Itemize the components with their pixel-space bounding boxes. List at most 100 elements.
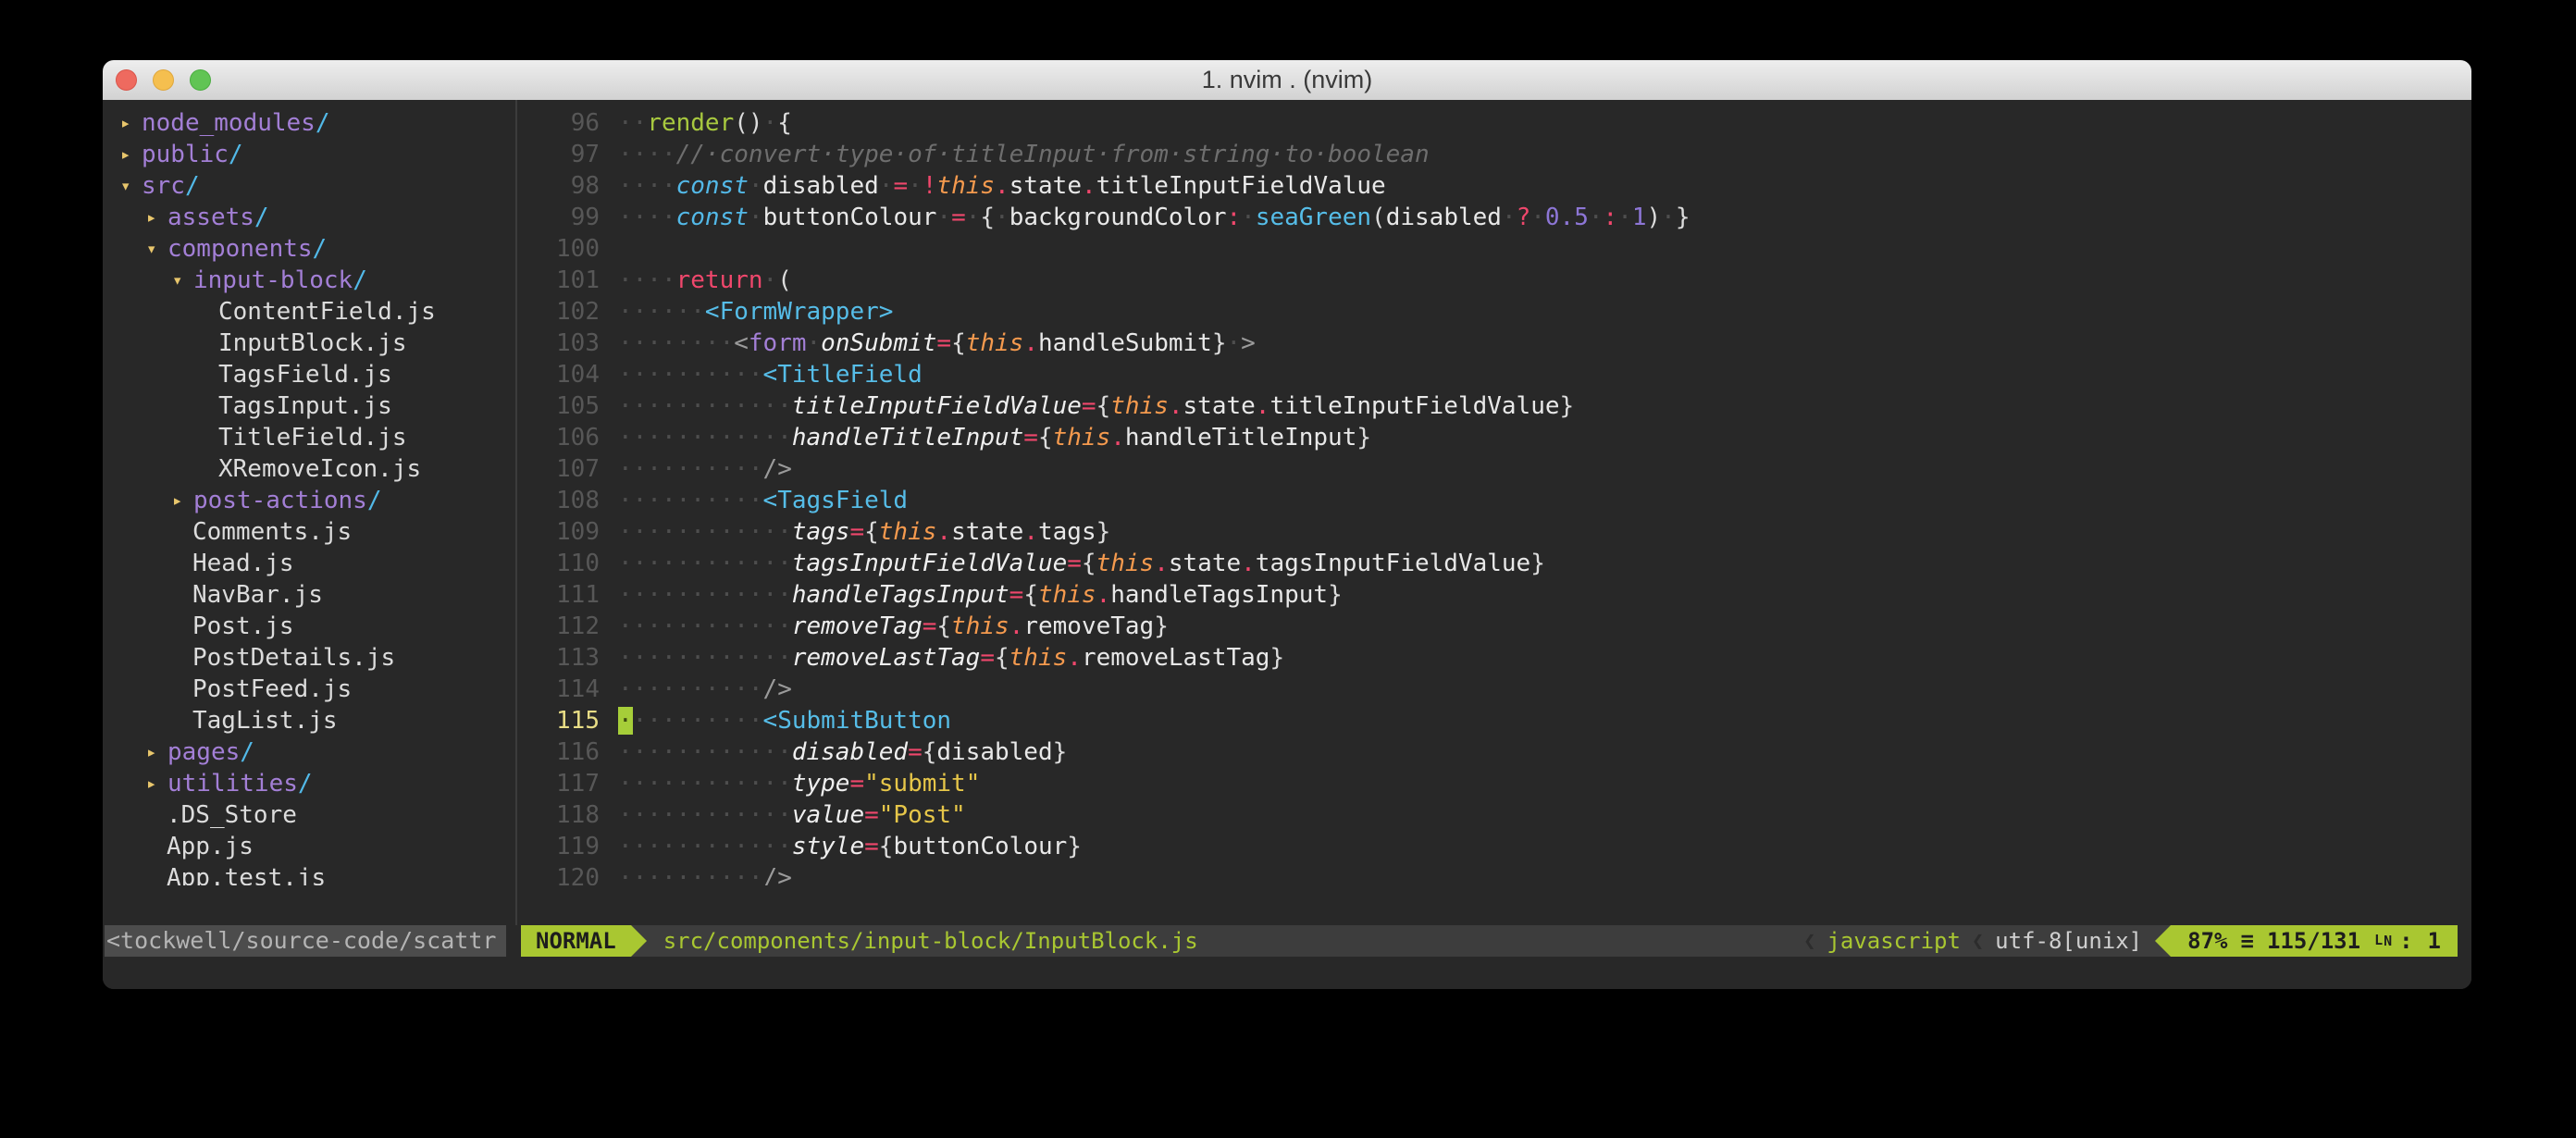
tree-expanded-arrow-icon[interactable]: ▾ (172, 265, 193, 296)
code-line[interactable]: 96··render()·{ (517, 107, 2471, 139)
code-line[interactable]: 113············removeLastTag={this.remov… (517, 642, 2471, 674)
code-line[interactable]: 118············value="Post" (517, 799, 2471, 831)
tree-items: ▸node_modules/▸public/▾src/▸assets/▾comp… (103, 107, 515, 885)
tree-item-dir[interactable]: ▾components/ (103, 233, 515, 265)
powerline-arrow-right-icon (631, 925, 647, 957)
position-indicator: 87% ≡ 115/131 LN : 1 (2171, 925, 2458, 957)
tree-expanded-arrow-icon[interactable]: ▾ (146, 233, 167, 265)
code-line[interactable]: 111············handleTagsInput={this.han… (517, 579, 2471, 611)
tree-item-dir[interactable]: ▸node_modules/ (103, 107, 515, 139)
line-number: 107 (517, 453, 600, 485)
terminal-body: ▸node_modules/▸public/▾src/▸assets/▾comp… (103, 100, 2471, 989)
tree-item-file[interactable]: TagsField.js (103, 359, 515, 390)
tree-collapsed-arrow-icon[interactable]: ▸ (146, 736, 167, 768)
tree-collapsed-arrow-icon[interactable]: ▸ (172, 485, 193, 516)
code-line[interactable]: 103········<form·onSubmit={this.handleSu… (517, 328, 2471, 359)
tree-item-file[interactable]: Head.js (103, 548, 515, 579)
line-number: 110 (517, 548, 600, 579)
tree-item-file[interactable]: PostDetails.js (103, 642, 515, 674)
line-number: 119 (517, 831, 600, 862)
line-number: 118 (517, 799, 600, 831)
tree-item-file[interactable]: PostFeed.js (103, 674, 515, 705)
code-line[interactable]: 116············disabled={disabled} (517, 736, 2471, 768)
tree-item-file[interactable]: TitleField.js (103, 422, 515, 453)
tree-item-dir[interactable]: ▸pages/ (103, 736, 515, 768)
tree-item-file[interactable]: NavBar.js (103, 579, 515, 611)
line-number-icon: LN (2373, 927, 2394, 955)
tree-item-file[interactable]: App.test.js (103, 862, 515, 885)
code-line[interactable]: 101····return·( (517, 265, 2471, 296)
tree-item-file[interactable]: Comments.js (103, 516, 515, 548)
tree-item-file[interactable]: InputBlock.js (103, 328, 515, 359)
code-line[interactable]: 98····const·disabled·=·!this.state.title… (517, 170, 2471, 202)
editor-pane[interactable]: 96··render()·{97····//·convert·type·of·t… (517, 100, 2471, 885)
code-line[interactable]: 108··········<TagsField (517, 485, 2471, 516)
tree-item-dir[interactable]: ▸public/ (103, 139, 515, 170)
code-line[interactable]: 119············style={buttonColour} (517, 831, 2471, 862)
code-line[interactable]: 99····const·buttonColour·=·{·backgroundC… (517, 202, 2471, 233)
line-number: 111 (517, 579, 600, 611)
line-number: 104 (517, 359, 600, 390)
line-number: 108 (517, 485, 600, 516)
code-line[interactable]: 109············tags={this.state.tags} (517, 516, 2471, 548)
statusbar: <tockwell/source-code/scattr NORMAL src/… (103, 925, 2471, 957)
code-line[interactable]: 97····//·convert·type·of·titleInput·from… (517, 139, 2471, 170)
tree-expanded-arrow-icon[interactable]: ▾ (120, 170, 142, 202)
powerline-arrow-left-icon (2155, 925, 2171, 957)
code-line[interactable]: 100 (517, 233, 2471, 265)
line-number: 109 (517, 516, 600, 548)
tree-item-dir[interactable]: ▾src/ (103, 170, 515, 202)
tree-item-file[interactable]: Post.js (103, 611, 515, 642)
statusline-filepath: src/components/input-block/InputBlock.js (663, 928, 1198, 954)
line-number: 117 (517, 768, 600, 799)
tree-item-file[interactable]: ContentField.js (103, 296, 515, 328)
mode-indicator: NORMAL (521, 925, 631, 957)
code-line[interactable]: 115··········<SubmitButton (517, 705, 2471, 736)
tree-item-file[interactable]: App.js (103, 831, 515, 862)
file-tree-pane[interactable]: ▸node_modules/▸public/▾src/▸assets/▾comp… (103, 100, 515, 885)
tree-item-file[interactable]: TagsInput.js (103, 390, 515, 422)
tree-item-file[interactable]: XRemoveIcon.js (103, 453, 515, 485)
code-line[interactable]: 120··········/> (517, 862, 2471, 885)
code-line[interactable]: 107··········/> (517, 453, 2471, 485)
tree-statusline: <tockwell/source-code/scattr (105, 925, 506, 957)
tree-collapsed-arrow-icon[interactable]: ▸ (120, 107, 142, 139)
editor-statusline: NORMAL src/components/input-block/InputB… (521, 925, 2458, 957)
line-number: 114 (517, 674, 600, 705)
line-number: 96 (517, 107, 600, 139)
line-number: 99 (517, 202, 600, 233)
line-number: 103 (517, 328, 600, 359)
tree-collapsed-arrow-icon[interactable]: ▸ (146, 768, 167, 799)
code-line[interactable]: 110············tagsInputFieldValue={this… (517, 548, 2471, 579)
tree-item-file[interactable]: .DS_Store (103, 799, 515, 831)
line-number: 100 (517, 233, 600, 265)
titlebar[interactable]: 1. nvim . (nvim) (103, 60, 2471, 101)
tree-item-dir[interactable]: ▸utilities/ (103, 768, 515, 799)
line-number: 98 (517, 170, 600, 202)
cursor: · (618, 707, 633, 735)
chevron-left-icon: ❮ (1803, 930, 1815, 953)
command-line[interactable] (103, 957, 2471, 989)
line-position: 115/131 (2267, 925, 2360, 957)
code-line[interactable]: 105············titleInputFieldValue={thi… (517, 390, 2471, 422)
tree-collapsed-arrow-icon[interactable]: ▸ (146, 202, 167, 233)
line-number: 105 (517, 390, 600, 422)
code-line[interactable]: 102······<FormWrapper> (517, 296, 2471, 328)
line-number: 102 (517, 296, 600, 328)
tree-item-dir[interactable]: ▸assets/ (103, 202, 515, 233)
lines-icon: ≡ (2240, 925, 2253, 957)
code-line[interactable]: 104··········<TitleField (517, 359, 2471, 390)
tree-item-dir[interactable]: ▸post-actions/ (103, 485, 515, 516)
code-line[interactable]: 114··········/> (517, 674, 2471, 705)
code-line[interactable]: 106············handleTitleInput={this.ha… (517, 422, 2471, 453)
line-number: 116 (517, 736, 600, 768)
tree-item-dir[interactable]: ▾input-block/ (103, 265, 515, 296)
line-number: 101 (517, 265, 600, 296)
terminal-window: 1. nvim . (nvim) ▸node_modules/▸public/▾… (103, 60, 2471, 989)
tree-item-file[interactable]: TagList.js (103, 705, 515, 736)
code-line[interactable]: 117············type="submit" (517, 768, 2471, 799)
chevron-left-icon: ❮ (1972, 930, 1984, 953)
tree-collapsed-arrow-icon[interactable]: ▸ (120, 139, 142, 170)
line-number: 106 (517, 422, 600, 453)
code-line[interactable]: 112············removeTag={this.removeTag… (517, 611, 2471, 642)
